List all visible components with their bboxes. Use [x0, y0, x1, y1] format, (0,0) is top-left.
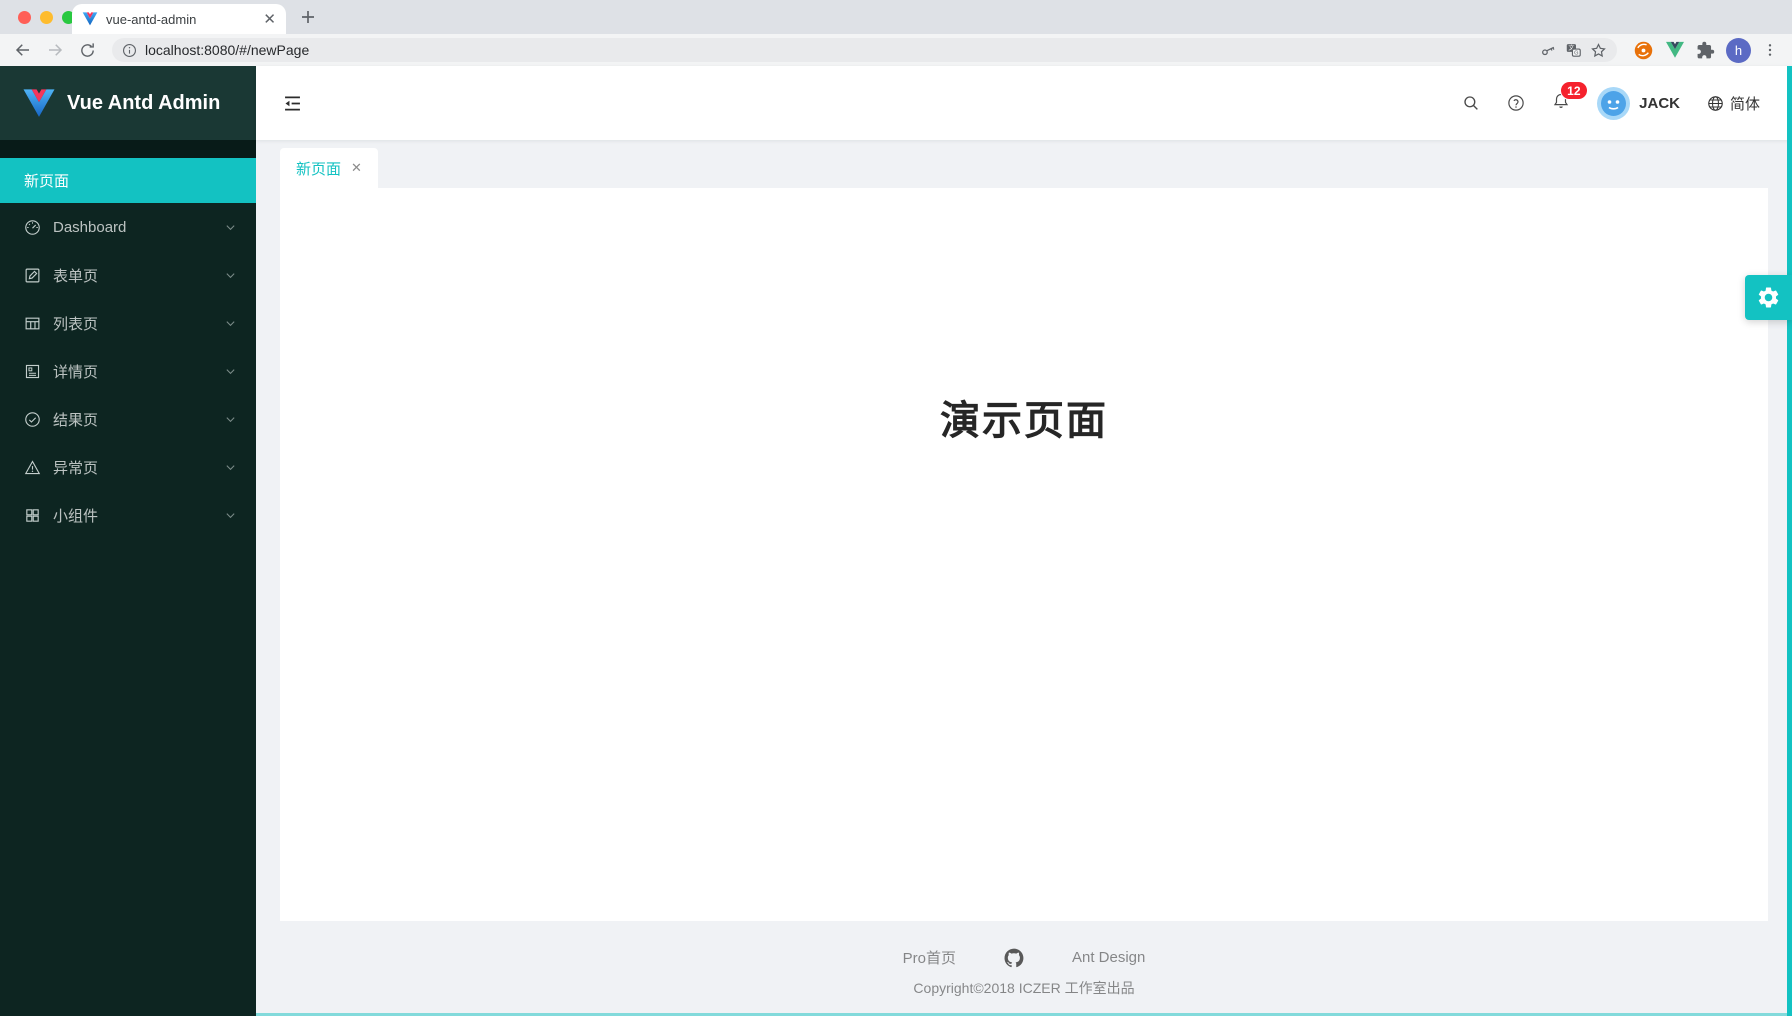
vue-logo-icon [22, 88, 56, 119]
forward-icon[interactable] [42, 37, 68, 63]
sidebar-item-label: 详情页 [53, 361, 213, 382]
window-controls [18, 11, 75, 24]
browser-toolbar: localhost:8080/#/newPage 文 G h [0, 34, 1792, 66]
sidebar-item-label: 列表页 [53, 313, 213, 334]
chevron-down-icon [225, 222, 236, 233]
sidebar-item-lists[interactable]: 列表页 [0, 299, 256, 347]
url-text[interactable]: localhost:8080/#/newPage [145, 42, 1532, 58]
main-area: 12 JACK 简 [256, 66, 1792, 1016]
chevron-down-icon [225, 318, 236, 329]
sidebar-item-details[interactable]: 详情页 [0, 347, 256, 395]
page-info-icon[interactable] [122, 43, 137, 58]
footer-link-pro-home[interactable]: Pro首页 [903, 947, 956, 968]
sidebar-item-label: 小组件 [53, 505, 213, 526]
password-key-icon[interactable] [1540, 42, 1557, 59]
page-title: 演示页面 [940, 388, 1108, 444]
sidebar-item-label: 新页面 [24, 170, 69, 191]
avatar [1597, 87, 1630, 120]
app-title: Vue Antd Admin [67, 92, 220, 115]
vue-antd-admin-app: Vue Antd Admin 新页面 Dashboard 表单页 [0, 66, 1792, 1016]
browser-tabstrip: vue-antd-admin ✕ [0, 0, 1792, 34]
chevron-down-icon [225, 366, 236, 377]
back-icon[interactable] [10, 37, 36, 63]
sidebar-item-dashboard[interactable]: Dashboard [0, 203, 256, 251]
menu-fold-icon[interactable] [282, 93, 303, 114]
tab-new-page[interactable]: 新页面 ✕ [280, 148, 378, 188]
copyright: Copyright©2018 ICZER 工作室出品 [256, 978, 1792, 998]
github-icon[interactable] [1004, 948, 1024, 968]
check-circle-icon [24, 411, 41, 428]
extensions-puzzle-icon[interactable] [1696, 41, 1715, 60]
search-icon[interactable] [1462, 94, 1480, 112]
browser-tab-title: vue-antd-admin [106, 12, 255, 27]
new-tab-button[interactable] [300, 9, 316, 25]
gear-icon [1756, 285, 1781, 310]
sidebar-item-label: 表单页 [53, 265, 213, 286]
browser-menu-kebab-icon[interactable] [1762, 42, 1778, 58]
globe-icon [1707, 95, 1724, 112]
vue-devtools-icon[interactable] [1665, 41, 1685, 59]
close-tab-icon[interactable]: ✕ [263, 12, 276, 27]
global-footer: Pro首页 Ant Design Copyright©2018 ICZER 工作… [256, 921, 1792, 998]
username: JACK [1639, 95, 1680, 112]
tab-label: 新页面 [296, 158, 341, 179]
profile-icon [24, 363, 41, 380]
address-bar[interactable]: localhost:8080/#/newPage 文 G [112, 38, 1617, 62]
settings-drawer-button[interactable] [1745, 275, 1792, 320]
bookmark-star-icon[interactable] [1590, 42, 1607, 59]
chevron-down-icon [225, 414, 236, 425]
browser-profile-avatar[interactable]: h [1726, 38, 1751, 63]
language-switcher[interactable]: 简体 [1707, 93, 1760, 114]
help-question-icon[interactable] [1507, 94, 1525, 112]
vue-favicon-icon [82, 11, 98, 27]
warning-icon [24, 459, 41, 476]
form-icon [24, 267, 41, 284]
footer-link-ant-design[interactable]: Ant Design [1072, 949, 1145, 966]
minimize-window-button[interactable] [40, 11, 53, 24]
extension-orange-icon[interactable] [1633, 40, 1654, 61]
user-menu[interactable]: JACK [1597, 87, 1680, 120]
sidebar: Vue Antd Admin 新页面 Dashboard 表单页 [0, 66, 256, 1016]
sidebar-item-label: Dashboard [53, 219, 213, 236]
translate-icon[interactable]: 文 G [1565, 42, 1582, 59]
sidebar-item-new-page[interactable]: 新页面 [0, 158, 256, 203]
sidebar-item-label: 异常页 [53, 457, 213, 478]
sidebar-item-results[interactable]: 结果页 [0, 395, 256, 443]
sidebar-item-exceptions[interactable]: 异常页 [0, 443, 256, 491]
header-actions: 12 JACK 简 [1462, 87, 1760, 120]
sidebar-item-label: 结果页 [53, 409, 213, 430]
close-window-button[interactable] [18, 11, 31, 24]
appstore-icon [24, 507, 41, 524]
app-header: 12 JACK 简 [256, 66, 1792, 140]
notifications-bell[interactable]: 12 [1552, 91, 1570, 115]
chevron-down-icon [225, 462, 236, 473]
sidebar-divider [0, 140, 256, 158]
page-tabbar: 新页面 ✕ [256, 140, 1792, 188]
table-icon [24, 315, 41, 332]
chevron-down-icon [225, 510, 236, 521]
vertical-scrollbar[interactable] [1787, 66, 1792, 1016]
browser-tab[interactable]: vue-antd-admin ✕ [72, 4, 286, 34]
reload-icon[interactable] [74, 37, 100, 63]
svg-text:G: G [1574, 50, 1578, 56]
sidebar-item-forms[interactable]: 表单页 [0, 251, 256, 299]
page-content: 演示页面 [280, 188, 1768, 921]
footer-links: Pro首页 Ant Design [256, 947, 1792, 968]
extensions-cluster: h [1629, 38, 1782, 63]
dashboard-icon [24, 219, 41, 236]
tab-close-icon[interactable]: ✕ [351, 160, 362, 176]
language-label: 简体 [1730, 93, 1760, 114]
chevron-down-icon [225, 270, 236, 281]
sidebar-item-widgets[interactable]: 小组件 [0, 491, 256, 539]
notification-badge: 12 [1560, 81, 1587, 100]
app-logo[interactable]: Vue Antd Admin [0, 66, 256, 140]
